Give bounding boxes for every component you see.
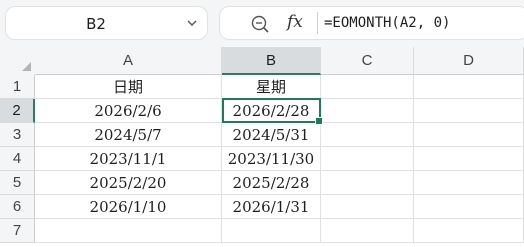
- cell-b5[interactable]: 2025/2/28: [222, 171, 321, 195]
- cell-d6[interactable]: [414, 195, 524, 219]
- formula-separator: [317, 12, 318, 34]
- column-header-a[interactable]: A: [35, 47, 222, 75]
- cell-a1[interactable]: 日期: [35, 75, 222, 99]
- function-icon[interactable]: fx: [287, 12, 303, 32]
- cell-c2[interactable]: [321, 99, 414, 123]
- cell-b6[interactable]: 2026/1/31: [222, 195, 321, 219]
- row-header-3[interactable]: 3: [0, 123, 35, 147]
- column-header-c[interactable]: C: [321, 47, 414, 75]
- column-header-d[interactable]: D: [414, 47, 524, 75]
- chevron-down-icon[interactable]: [187, 18, 197, 28]
- cell-c3[interactable]: [321, 123, 414, 147]
- select-all-triangle-icon: [22, 62, 31, 71]
- cell-d5[interactable]: [414, 171, 524, 195]
- zoom-icon[interactable]: [250, 14, 270, 34]
- cell-c4[interactable]: [321, 147, 414, 171]
- cell-c1[interactable]: [321, 75, 414, 99]
- cell-a2[interactable]: 2026/2/6: [35, 99, 222, 123]
- cell-a6[interactable]: 2026/1/10: [35, 195, 222, 219]
- row-header-6[interactable]: 6: [0, 195, 35, 219]
- cell-d4[interactable]: [414, 147, 524, 171]
- select-all-corner[interactable]: [0, 47, 35, 75]
- cell-d2[interactable]: [414, 99, 524, 123]
- cell-b4[interactable]: 2023/11/30: [222, 147, 321, 171]
- cell-a5[interactable]: 2025/2/20: [35, 171, 222, 195]
- row-header-2[interactable]: 2: [0, 99, 35, 123]
- column-header-b[interactable]: B: [222, 47, 321, 75]
- cell-a7[interactable]: [35, 219, 222, 243]
- cell-d1[interactable]: [414, 75, 524, 99]
- cell-a4[interactable]: 2023/11/1: [35, 147, 222, 171]
- name-box[interactable]: B2: [5, 6, 208, 40]
- cell-c6[interactable]: [321, 195, 414, 219]
- row-header-7[interactable]: 7: [0, 219, 35, 243]
- name-box-value: B2: [86, 15, 106, 33]
- row-header-5[interactable]: 5: [0, 171, 35, 195]
- formula-bar-area: B2 fx =EOMONTH(A2, 0): [0, 0, 524, 47]
- cell-c5[interactable]: [321, 171, 414, 195]
- cell-b2[interactable]: 2026/2/28: [222, 99, 321, 123]
- cell-b1[interactable]: 星期: [222, 75, 321, 99]
- formula-text[interactable]: =EOMONTH(A2, 0): [324, 15, 450, 31]
- cell-b3[interactable]: 2024/5/31: [222, 123, 321, 147]
- spreadsheet-grid: ABCD 1234567 日期 星期 2026/2/6 2026/2/28 2024/5/…: [0, 47, 524, 247]
- row-header-1[interactable]: 1: [0, 75, 35, 99]
- formula-input-box[interactable]: fx =EOMONTH(A2, 0): [219, 6, 524, 40]
- cell-b7[interactable]: [222, 219, 321, 243]
- cell-d7[interactable]: [414, 219, 524, 243]
- cell-d3[interactable]: [414, 123, 524, 147]
- row-header-4[interactable]: 4: [0, 147, 35, 171]
- cell-c7[interactable]: [321, 219, 414, 243]
- cell-a3[interactable]: 2024/5/7: [35, 123, 222, 147]
